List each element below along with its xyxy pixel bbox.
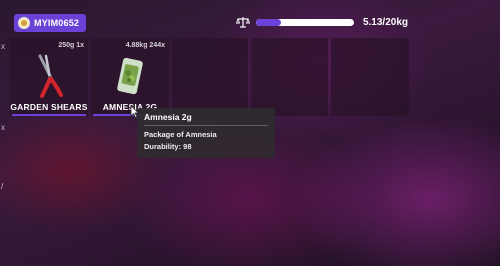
inventory-slot-1[interactable]: 250g 1x GARDEN SHEARS [10,38,88,116]
amnesia-package-image [117,57,143,95]
coin-icon [18,17,30,29]
weight-progress-fill [256,18,282,26]
left-edge-mark: x [1,123,5,132]
slot-meta: 250g 1x [58,42,84,49]
slot-name: GARDEN SHEARS [10,102,88,112]
mouse-cursor-icon [130,105,140,118]
item-tooltip: Amnesia 2g Package of Amnesia Durability… [137,108,275,158]
slot-meta: 4.88kg 244x [125,42,165,49]
left-edge-mark: / [1,182,4,191]
inventory-slot-4[interactable] [251,38,328,116]
scale-icon [236,17,250,28]
weight-text: 5.13/20kg [362,16,408,28]
left-edge-mark: x [1,42,5,51]
weight-progress-bar [256,18,354,26]
inventory-slot-5[interactable] [331,38,409,116]
tooltip-durability: Durability: 98 [144,142,192,151]
player-id-label: MYIM0652 [34,18,80,28]
slot-durability-bar [12,114,86,116]
tooltip-description: Package of Amnesia [144,130,217,139]
garden-shears-image [38,54,63,98]
inventory-slot-3[interactable] [172,38,248,116]
tooltip-title: Amnesia 2g [144,112,268,126]
player-badge[interactable]: MYIM0652 [14,14,87,32]
weight-indicator: 5.13/20kg [236,14,408,30]
